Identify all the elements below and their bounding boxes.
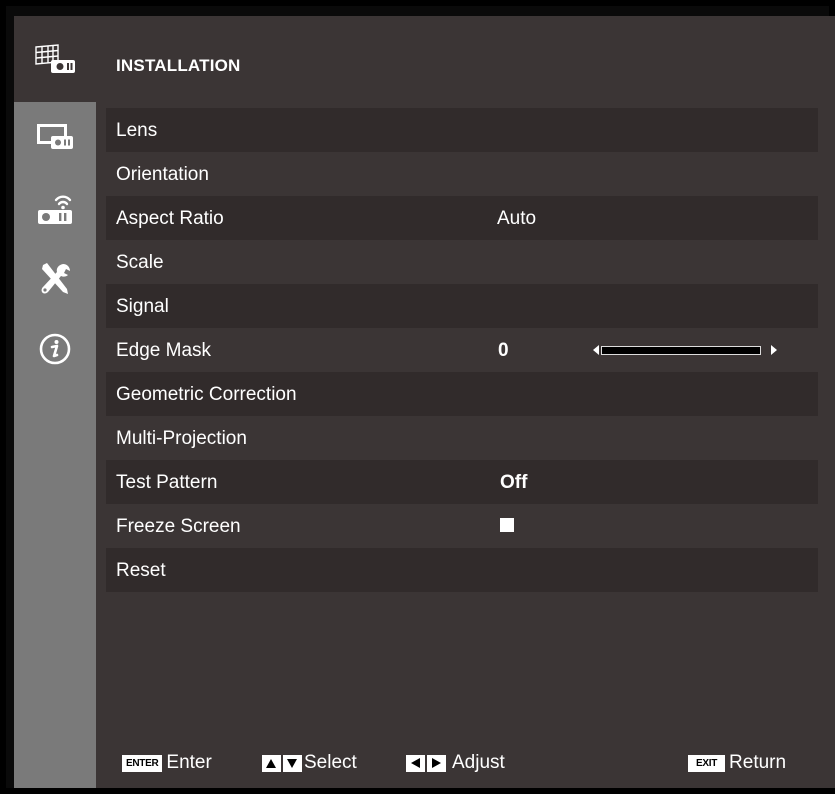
menu-item-signal[interactable]: Signal xyxy=(106,284,818,328)
menu-list: Lens Orientation Aspect Ratio Auto Scale… xyxy=(106,108,818,592)
menu-item-geometric-correction[interactable]: Geometric Correction xyxy=(106,372,818,416)
slider-left-arrow-icon[interactable] xyxy=(593,345,599,355)
down-arrow-key-icon xyxy=(283,754,302,772)
hint-adjust: Adjust xyxy=(406,752,505,774)
menu-item-multi-projection[interactable]: Multi-Projection xyxy=(106,416,818,460)
right-arrow-key-icon xyxy=(427,754,446,772)
slider-track[interactable] xyxy=(601,346,761,355)
menu-item-label: Test Pattern xyxy=(116,472,218,493)
menu-item-label: Orientation xyxy=(116,164,209,185)
hint-label: Return xyxy=(729,752,787,773)
up-arrow-key-icon xyxy=(262,754,281,772)
test-pattern-value: Off xyxy=(500,472,528,493)
tab-network[interactable] xyxy=(14,172,96,244)
key-hints: ENTER Enter Select Adjust EXIT Return xyxy=(96,746,835,782)
menu-item-label: Aspect Ratio xyxy=(116,208,224,229)
menu-item-label: Reset xyxy=(116,560,166,581)
menu-item-edge-mask[interactable]: Edge Mask 0 xyxy=(106,328,818,372)
sidebar xyxy=(14,16,96,788)
slider-right-arrow-icon[interactable] xyxy=(771,345,777,355)
menu-item-label: Edge Mask xyxy=(116,340,212,361)
network-projector-icon xyxy=(35,189,75,227)
menu-item-label: Lens xyxy=(116,120,158,141)
tab-information[interactable] xyxy=(14,314,96,384)
installation-icon xyxy=(33,42,77,76)
hint-label: Enter xyxy=(166,752,212,773)
hint-label: Select xyxy=(304,752,357,773)
tools-icon xyxy=(37,261,73,297)
menu-item-scale[interactable]: Scale xyxy=(106,240,818,284)
freeze-screen-checkbox[interactable] xyxy=(500,518,514,532)
edge-mask-value: 0 xyxy=(498,340,509,361)
menu-item-orientation[interactable]: Orientation xyxy=(106,152,818,196)
tab-installation[interactable] xyxy=(14,16,96,102)
hint-select: Select xyxy=(262,752,357,774)
page-title: INSTALLATION xyxy=(116,56,241,75)
edge-mask-slider[interactable] xyxy=(593,342,777,358)
hint-label: Adjust xyxy=(452,752,505,773)
exit-key-icon: EXIT xyxy=(688,754,726,772)
display-icon xyxy=(35,121,75,153)
menu-panel: INSTALLATION Lens Orientation Aspect Rat… xyxy=(96,16,835,788)
menu-item-lens[interactable]: Lens xyxy=(106,108,818,152)
enter-key-icon: ENTER xyxy=(122,754,163,772)
tab-tools[interactable] xyxy=(14,244,96,314)
aspect-ratio-value: Auto xyxy=(497,208,537,229)
menu-item-test-pattern[interactable]: Test Pattern Off xyxy=(106,460,818,504)
hint-return: EXIT Return xyxy=(688,752,786,774)
menu-item-label: Multi-Projection xyxy=(116,428,247,449)
hint-enter: ENTER Enter xyxy=(122,752,212,774)
menu-item-freeze-screen[interactable]: Freeze Screen xyxy=(106,504,818,548)
info-icon xyxy=(38,332,72,366)
menu-item-aspect-ratio[interactable]: Aspect Ratio Auto xyxy=(106,196,818,240)
menu-item-label: Freeze Screen xyxy=(116,516,241,537)
menu-item-label: Geometric Correction xyxy=(116,384,297,405)
menu-item-label: Signal xyxy=(116,296,169,317)
menu-item-reset[interactable]: Reset xyxy=(106,548,818,592)
tab-display[interactable] xyxy=(14,102,96,172)
menu-item-label: Scale xyxy=(116,252,164,273)
left-arrow-key-icon xyxy=(406,754,425,772)
